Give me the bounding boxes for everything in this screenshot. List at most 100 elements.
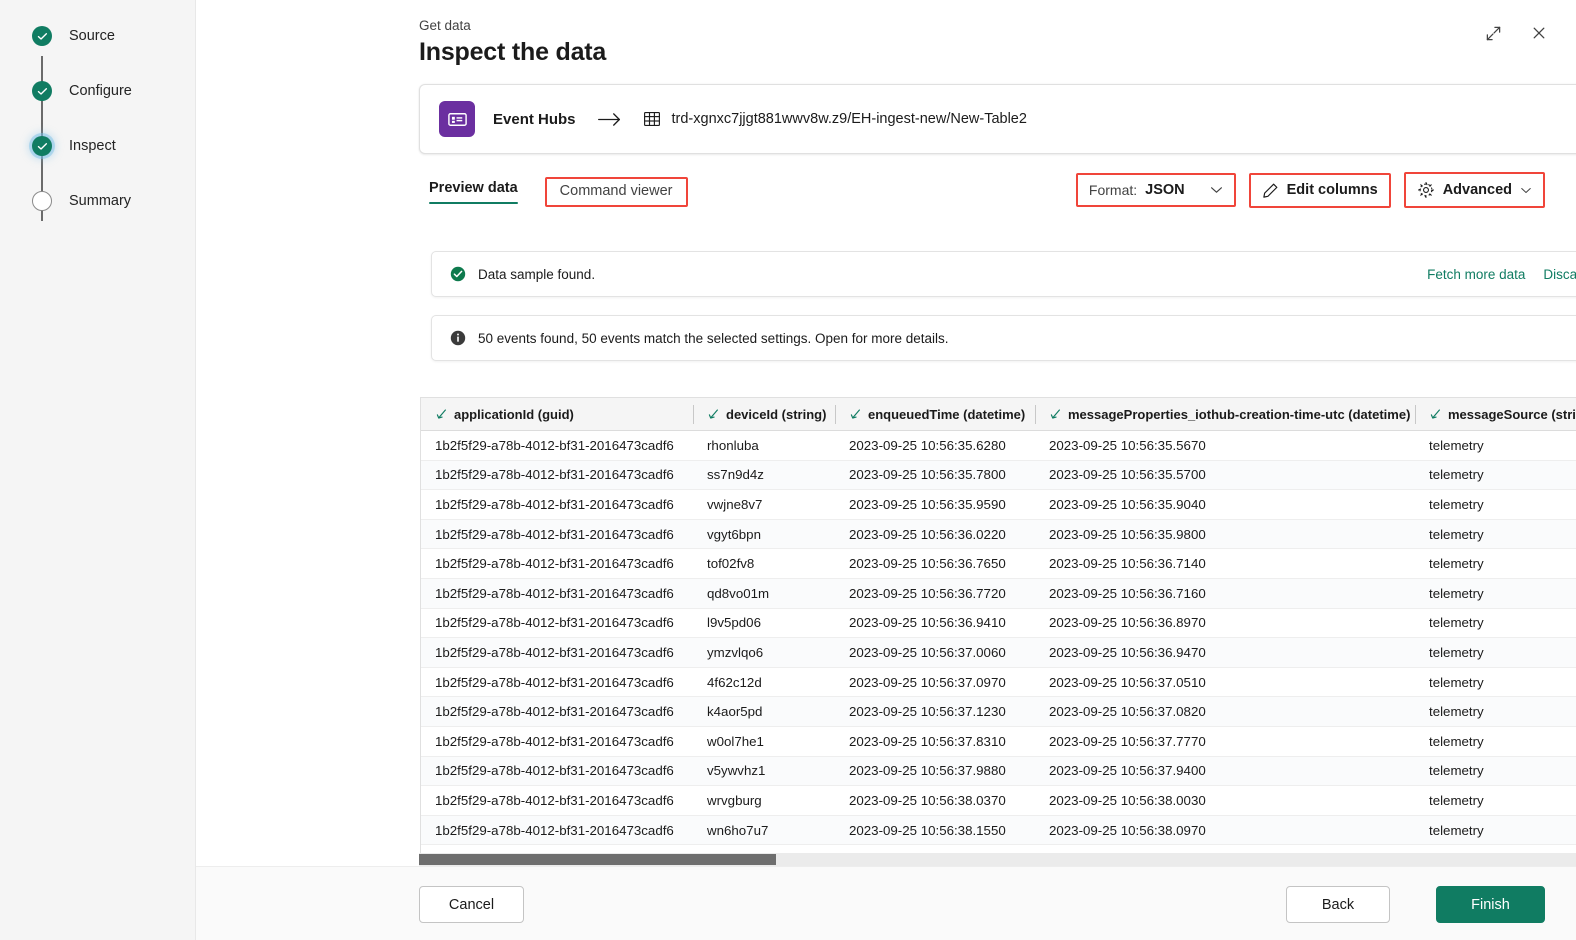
back-button[interactable]: Back [1286,886,1390,923]
table-cell: 2023-09-25 10:56:35.9040 [1049,496,1206,512]
table-cell: telemetry [1429,437,1484,453]
table-cell: telemetry [1429,792,1484,808]
source-destination-card: Event Hubs trd-xgnxc7jjgt881wwv8w.z9/EH-… [419,84,1576,154]
table-row[interactable]: 1b2f5f29-a78b-4012-bf31-2016473cadf6 v5yw… [421,756,1576,787]
table-cell: 2023-09-25 10:56:37.0820 [1049,704,1206,720]
info-circle-icon [450,330,466,346]
table-cell: 2023-09-25 10:56:37.8310 [849,733,1006,749]
table-cell: 1b2f5f29-a78b-4012-bf31-2016473cadf6 [435,822,674,838]
column-header-label: deviceId (string) [726,406,827,422]
chevron-down-icon [1520,187,1532,194]
column-header-label: applicationId (guid) [454,406,574,422]
table-row[interactable]: 1b2f5f29-a78b-4012-bf31-2016473cadf6 4f62… [421,667,1576,698]
table-cell: 1b2f5f29-a78b-4012-bf31-2016473cadf6 [435,704,674,720]
column-header[interactable]: applicationId (guid) [421,398,693,431]
table-cell: 2023-09-25 10:56:35.5670 [1049,437,1206,453]
horizontal-scrollbar-thumb[interactable] [419,854,776,865]
table-cell: tof02fv8 [707,556,755,572]
table-icon [643,110,661,128]
tab-preview-data[interactable]: Preview data [429,176,532,207]
table-row[interactable]: 1b2f5f29-a78b-4012-bf31-2016473cadf6 rhon… [421,431,1576,461]
window-controls [1478,18,1554,48]
table-cell: 1b2f5f29-a78b-4012-bf31-2016473cadf6 [435,496,674,512]
sidebar-step-summary[interactable]: Summary [32,191,195,246]
table-cell: 1b2f5f29-a78b-4012-bf31-2016473cadf6 [435,733,674,749]
table-row[interactable]: 1b2f5f29-a78b-4012-bf31-2016473cadf6 k4ao… [421,697,1576,727]
table-cell: wn6ho7u7 [707,822,769,838]
table-cell: 2023-09-25 10:56:37.1230 [849,704,1006,720]
table-row[interactable]: 1b2f5f29-a78b-4012-bf31-2016473cadf6 wrvg… [421,786,1576,816]
column-type-icon [1429,408,1442,421]
table-row[interactable]: 1b2f5f29-a78b-4012-bf31-2016473cadf6 qd8v… [421,578,1576,609]
data-sample-status-bar: Data sample found. Fetch more data Disca… [431,251,1576,297]
advanced-dropdown[interactable]: Advanced [1403,172,1545,208]
column-header[interactable]: messageProperties_iothub-creation-time-u… [1035,398,1415,431]
edit-columns-button[interactable]: Edit columns [1248,172,1391,208]
table-cell: telemetry [1429,585,1484,601]
sidebar-step-label: Source [69,28,115,44]
gear-icon [1417,181,1435,199]
table-cell: 2023-09-25 10:56:36.7140 [1049,556,1206,572]
check-circle-icon [32,81,52,101]
table-row[interactable]: 1b2f5f29-a78b-4012-bf31-2016473cadf6 wn6h… [421,815,1576,846]
table-cell: telemetry [1429,704,1484,720]
table-cell: 1b2f5f29-a78b-4012-bf31-2016473cadf6 [435,792,674,808]
sidebar-step-configure[interactable]: Configure [32,81,195,136]
table-cell: 2023-09-25 10:56:36.7650 [849,556,1006,572]
table-cell: 2023-09-25 10:56:35.9590 [849,496,1006,512]
table-row[interactable]: 1b2f5f29-a78b-4012-bf31-2016473cadf6 ymzv… [421,638,1576,668]
table-row[interactable]: 1b2f5f29-a78b-4012-bf31-2016473cadf6 w0ol… [421,726,1576,757]
events-info-bar[interactable]: 50 events found, 50 events match the sel… [431,315,1576,361]
column-header[interactable]: messageSource (string) [1415,398,1576,431]
step-marker-summary [32,191,52,211]
table-row[interactable]: 1b2f5f29-a78b-4012-bf31-2016473cadf6 tof0… [421,549,1576,579]
table-cell: 2023-09-25 10:56:37.9880 [849,763,1006,779]
fetch-more-data-link[interactable]: Fetch more data [1427,267,1525,282]
table-cell: 1b2f5f29-a78b-4012-bf31-2016473cadf6 [435,467,674,483]
table-row[interactable]: 1b2f5f29-a78b-4012-bf31-2016473cadf6 vwjn… [421,490,1576,520]
sidebar-step-inspect[interactable]: Inspect [32,136,195,191]
table-cell: rhonluba [707,437,759,453]
table-cell: 2023-09-25 10:56:37.7770 [1049,733,1206,749]
horizontal-scrollbar[interactable] [419,853,1576,866]
column-type-icon [849,408,862,421]
table-row[interactable]: 1b2f5f29-a78b-4012-bf31-2016473cadf6 ss7n… [421,460,1576,491]
table-cell: wrvgburg [707,792,762,808]
close-icon[interactable] [1524,18,1554,48]
table-row[interactable]: 1b2f5f29-a78b-4012-bf31-2016473cadf6 vgyt… [421,519,1576,550]
step-marker-configure [32,81,52,101]
cancel-button[interactable]: Cancel [419,886,524,923]
column-type-icon [707,408,720,421]
table-cell: telemetry [1429,822,1484,838]
table-cell: 2023-09-25 10:56:36.9470 [1049,644,1206,660]
finish-button[interactable]: Finish [1436,886,1545,923]
table-row[interactable]: 1b2f5f29-a78b-4012-bf31-2016473cadf6 l9v5… [421,608,1576,639]
expand-icon[interactable] [1478,18,1508,48]
table-cell: 1b2f5f29-a78b-4012-bf31-2016473cadf6 [435,437,674,453]
empty-circle-icon [32,191,52,211]
table-cell: 2023-09-25 10:56:36.7160 [1049,585,1206,601]
column-header[interactable]: deviceId (string) [693,398,835,431]
tab-command-viewer[interactable]: Command viewer [544,176,688,207]
table-cell: 1b2f5f29-a78b-4012-bf31-2016473cadf6 [435,526,674,542]
table-cell: telemetry [1429,496,1484,512]
destination-path: trd-xgnxc7jjgt881wwv8w.z9/EH-ingest-new/… [671,111,1027,127]
sidebar-step-label: Inspect [69,138,116,154]
breadcrumb-eyebrow: Get data [419,18,471,33]
discard-and-fetch-new-data-link[interactable]: Discard and fetch new data [1543,267,1576,282]
format-dropdown[interactable]: Format: JSON [1075,173,1236,207]
table-cell: 2023-09-25 10:56:37.0510 [1049,674,1206,690]
connector-name: Event Hubs [493,110,576,128]
format-prefix-label: Format: [1088,182,1138,198]
table-cell: 2023-09-25 10:56:35.9800 [1049,526,1206,542]
column-header[interactable]: enqueuedTime (datetime) [835,398,1035,431]
wizard-footer: Cancel Back Finish [196,866,1576,940]
advanced-label: Advanced [1442,182,1512,198]
sidebar-step-source[interactable]: Source [32,26,195,81]
table-cell: 4f62c12d [707,674,762,690]
table-cell: telemetry [1429,763,1484,779]
table-cell: 2023-09-25 10:56:38.1550 [849,822,1006,838]
table-cell: 2023-09-25 10:56:35.7800 [849,467,1006,483]
stepper: Source Configure Inspect Summary [0,26,195,246]
table-cell: 2023-09-25 10:56:38.0970 [1049,822,1206,838]
